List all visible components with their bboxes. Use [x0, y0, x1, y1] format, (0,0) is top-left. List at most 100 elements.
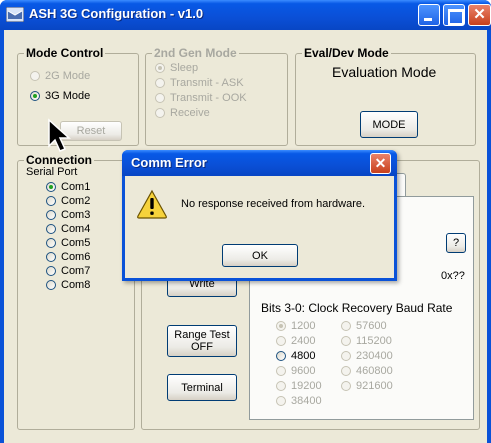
radio-baud-4800[interactable]: 4800: [276, 350, 315, 362]
radio-baud-2400-label: 2400: [291, 335, 316, 347]
radio-com5-label: Com5: [61, 237, 91, 249]
close-icon: ✕: [374, 155, 387, 171]
radio-dot: [46, 224, 56, 234]
radio-transmit-ask[interactable]: Transmit - ASK: [155, 77, 244, 89]
radio-com1[interactable]: Com1: [46, 181, 90, 193]
radio-baud-9600-label: 9600: [291, 365, 316, 377]
radio-dot: [341, 381, 351, 391]
radio-com8[interactable]: Com8: [46, 279, 90, 291]
radio-dot: [276, 336, 286, 346]
dialog-body: No response received from hardware. OK: [125, 176, 394, 278]
baud-heading: Bits 3-0: Clock Recovery Baud Rate: [261, 301, 453, 315]
radio-sleep-label: Sleep: [170, 62, 199, 74]
radio-dot: [155, 108, 165, 118]
radio-3g-mode-label: 3G Mode: [45, 90, 91, 102]
radio-dot: [276, 351, 286, 361]
radio-2g-mode[interactable]: 2G Mode: [30, 70, 90, 82]
connection-group: Connection Serial Port Com1 Com2 Com3 Co…: [17, 153, 135, 430]
range-test-button-label: Range Test: [174, 329, 230, 341]
radio-baud-38400[interactable]: 38400: [276, 395, 322, 407]
radio-dot: [46, 280, 56, 290]
mode-button[interactable]: MODE: [360, 111, 418, 138]
gen2-mode-legend: 2nd Gen Mode: [152, 46, 239, 60]
comm-error-dialog: Comm Error ✕ No response received from h…: [122, 150, 397, 281]
radio-dot: [46, 266, 56, 276]
mode-control-group: Mode Control 2G Mode 3G Mode Reset: [17, 46, 139, 146]
range-test-state-label: OFF: [191, 341, 213, 353]
radio-dot: [46, 182, 56, 192]
radio-dot: [276, 381, 286, 391]
radio-baud-2400[interactable]: 2400: [276, 335, 315, 347]
ok-button-label: OK: [252, 249, 268, 262]
eval-dev-legend: Eval/Dev Mode: [302, 46, 391, 60]
radio-baud-19200[interactable]: 19200: [276, 380, 322, 392]
dialog-title: Comm Error: [131, 155, 207, 170]
eval-dev-group: Eval/Dev Mode Evaluation Mode MODE: [295, 46, 476, 146]
radio-2g-mode-label: 2G Mode: [45, 70, 91, 82]
radio-sleep[interactable]: Sleep: [155, 62, 198, 74]
title-bar[interactable]: ASH 3G Configuration - v1.0 ✕: [0, 0, 491, 30]
radio-com7[interactable]: Com7: [46, 265, 90, 277]
radio-com6[interactable]: Com6: [46, 251, 90, 263]
radio-com3-label: Com3: [61, 209, 91, 221]
radio-dot: [30, 91, 40, 101]
radio-baud-230400-label: 230400: [356, 350, 393, 362]
radio-dot: [30, 71, 40, 81]
radio-baud-57600-label: 57600: [356, 320, 387, 332]
reset-button-label: Reset: [76, 125, 106, 137]
radio-dot: [276, 321, 286, 331]
ok-button[interactable]: OK: [222, 244, 298, 267]
connection-legend: Connection: [24, 153, 94, 167]
radio-com4[interactable]: Com4: [46, 223, 90, 235]
hex-value: 0x??: [441, 270, 465, 282]
radio-com7-label: Com7: [61, 265, 91, 277]
radio-transmit-ook-label: Transmit - OOK: [170, 92, 247, 104]
range-test-button[interactable]: Range Test OFF: [167, 325, 237, 357]
terminal-button-label: Terminal: [181, 381, 223, 394]
radio-com3[interactable]: Com3: [46, 209, 90, 221]
help-button-label: ?: [452, 237, 460, 249]
radio-baud-1200-label: 1200: [291, 320, 316, 332]
radio-com2[interactable]: Com2: [46, 195, 90, 207]
serial-port-label: Serial Port: [26, 166, 78, 178]
mode-control-legend: Mode Control: [24, 46, 106, 60]
main-window: ASH 3G Configuration - v1.0 ✕ Mode Contr…: [0, 0, 491, 443]
radio-dot: [341, 366, 351, 376]
radio-baud-115200-label: 115200: [356, 335, 392, 347]
app-icon: [6, 7, 24, 22]
dialog-close-button[interactable]: ✕: [370, 153, 391, 174]
radio-baud-921600[interactable]: 921600: [341, 380, 393, 392]
radio-transmit-ook[interactable]: Transmit - OOK: [155, 92, 247, 104]
radio-baud-230400[interactable]: 230400: [341, 350, 393, 362]
radio-com1-label: Com1: [61, 181, 91, 193]
radio-baud-57600[interactable]: 57600: [341, 320, 387, 332]
minimize-button[interactable]: [418, 4, 440, 26]
radio-com2-label: Com2: [61, 195, 91, 207]
help-button[interactable]: ?: [446, 233, 466, 253]
radio-3g-mode[interactable]: 3G Mode: [30, 90, 90, 102]
maximize-button[interactable]: [443, 4, 465, 26]
radio-dot: [46, 252, 56, 262]
mode-button-label: MODE: [372, 118, 406, 131]
radio-com8-label: Com8: [61, 279, 91, 291]
dialog-title-bar[interactable]: Comm Error ✕: [122, 150, 397, 176]
close-button[interactable]: ✕: [468, 4, 491, 26]
radio-baud-9600[interactable]: 9600: [276, 365, 315, 377]
radio-dot: [341, 336, 351, 346]
radio-baud-38400-label: 38400: [291, 395, 322, 407]
radio-baud-115200[interactable]: 115200: [341, 335, 392, 347]
radio-receive[interactable]: Receive: [155, 107, 210, 119]
radio-receive-label: Receive: [170, 107, 210, 119]
radio-transmit-ask-label: Transmit - ASK: [170, 77, 244, 89]
radio-baud-1200[interactable]: 1200: [276, 320, 315, 332]
radio-dot: [341, 351, 351, 361]
gen2-mode-group: 2nd Gen Mode Sleep Transmit - ASK Transm…: [145, 46, 288, 146]
radio-com5[interactable]: Com5: [46, 237, 90, 249]
radio-baud-460800[interactable]: 460800: [341, 365, 393, 377]
terminal-button[interactable]: Terminal: [167, 374, 237, 401]
radio-dot: [341, 321, 351, 331]
radio-dot: [46, 196, 56, 206]
radio-baud-19200-label: 19200: [291, 380, 322, 392]
radio-baud-921600-label: 921600: [356, 380, 393, 392]
radio-dot: [46, 210, 56, 220]
